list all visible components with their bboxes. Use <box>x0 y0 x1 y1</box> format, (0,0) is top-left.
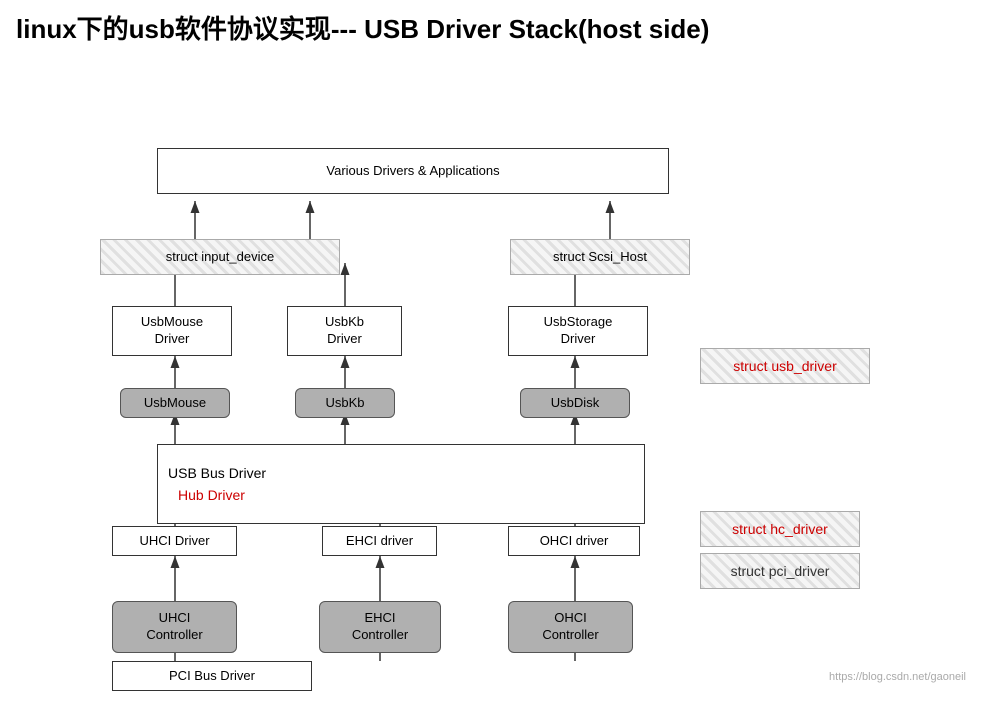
usbkb-gray: UsbKb <box>295 388 395 418</box>
usb-bus-driver-label: USB Bus Driver <box>168 464 266 482</box>
pci-bus-driver-box: PCI Bus Driver <box>112 661 312 691</box>
watermark: https://blog.csdn.net/gaoneil <box>829 671 966 683</box>
usbmouse-gray: UsbMouse <box>120 388 230 418</box>
struct-input-box: struct input_device <box>100 239 340 275</box>
usbdisk-gray: UsbDisk <box>520 388 630 418</box>
ehci-driver-box: EHCI driver <box>322 526 437 556</box>
usbkb-driver-box: UsbKb Driver <box>287 306 402 356</box>
ohci-controller-box: OHCI Controller <box>508 601 633 653</box>
uhci-driver-box: UHCI Driver <box>112 526 237 556</box>
ehci-controller-box: EHCI Controller <box>319 601 441 653</box>
usbstorage-driver-box: UsbStorage Driver <box>508 306 648 356</box>
uhci-controller-box: UHCI Controller <box>112 601 237 653</box>
usb-bus-driver-box: USB Bus Driver Hub Driver <box>157 444 645 524</box>
hub-driver-label-red: Hub Driver <box>178 486 245 504</box>
page-title: linux下的usb软件协议实现--- USB Driver Stack(hos… <box>0 0 982 53</box>
struct-usb-driver-label: struct usb_driver <box>700 348 870 384</box>
various-drivers-box: Various Drivers & Applications <box>157 148 669 194</box>
struct-pci-driver-label: struct pci_driver <box>700 553 860 589</box>
struct-scsi-box: struct Scsi_Host <box>510 239 690 275</box>
usbmouse-driver-box: UsbMouse Driver <box>112 306 232 356</box>
ohci-driver-box: OHCI driver <box>508 526 640 556</box>
struct-hc-driver-label: struct hc_driver <box>700 511 860 547</box>
